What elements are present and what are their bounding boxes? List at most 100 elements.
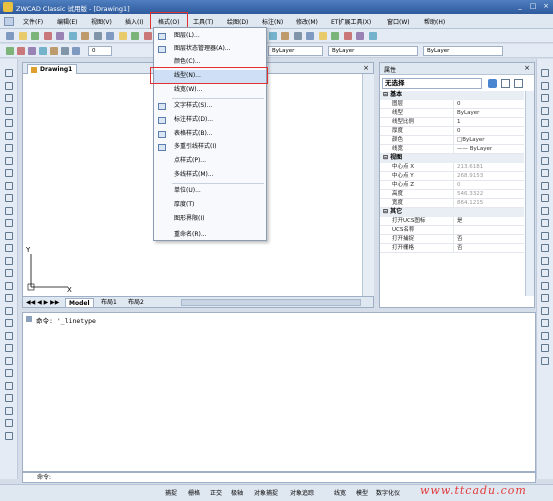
status-toggle[interactable]: 模型 (356, 488, 368, 497)
toolbar-icon[interactable] (56, 32, 64, 40)
doc-icon[interactable] (4, 17, 14, 26)
tab-model[interactable]: Model (65, 298, 94, 308)
format-menu-item[interactable]: 多线样式(M)... (154, 169, 266, 182)
menu-item-1[interactable]: 编辑(E) (57, 17, 77, 26)
modify-tool-icon[interactable] (541, 106, 549, 115)
draw-tool-icon[interactable] (5, 281, 13, 290)
toolbar-icon[interactable] (268, 32, 277, 40)
modify-tool-icon[interactable] (541, 344, 549, 352)
status-toggle[interactable]: 对象捕捉 (254, 488, 278, 497)
draw-tool-icon[interactable] (5, 144, 13, 152)
status-toggle[interactable]: 对象追踪 (290, 488, 314, 497)
toolbar-icon[interactable] (143, 32, 152, 40)
toolbar-icon[interactable] (368, 32, 377, 40)
property-row[interactable]: 厚度 0 (380, 127, 524, 136)
menu-item-10[interactable]: 窗口(W) (387, 17, 410, 26)
format-menu-item[interactable]: 单位(U)... (154, 185, 266, 198)
draw-tool-icon[interactable] (5, 319, 13, 327)
draw-tool-icon[interactable] (5, 194, 13, 202)
draw-tool-icon[interactable] (5, 256, 13, 265)
toolbar-icon[interactable] (6, 32, 14, 40)
status-toggle[interactable]: 栅格 (188, 488, 200, 497)
draw-tool-icon[interactable] (5, 169, 13, 177)
draw-tool-icon[interactable] (5, 106, 13, 115)
tab-layout2[interactable]: 布局2 (125, 298, 147, 308)
modify-tool-icon[interactable] (541, 181, 549, 190)
layer-toolbar-icon[interactable] (61, 47, 69, 55)
modify-tool-icon[interactable] (541, 169, 549, 177)
toolbar-icon[interactable] (118, 32, 127, 40)
draw-tool-icon[interactable] (5, 381, 13, 390)
draw-tool-icon[interactable] (5, 344, 13, 352)
modify-tool-icon[interactable] (541, 244, 549, 252)
status-toggle[interactable]: 极轴 (231, 488, 243, 497)
layer-toolbar-icon[interactable] (17, 47, 25, 55)
properties-scrollbar[interactable] (525, 91, 534, 296)
toolbar-icon[interactable] (356, 32, 364, 40)
property-row[interactable]: 中心点 X 213.6181 (380, 163, 524, 172)
modify-tool-icon[interactable] (541, 319, 549, 327)
draw-tool-icon[interactable] (5, 269, 13, 277)
layer-toolbar-icon[interactable] (50, 47, 58, 55)
property-row[interactable]: 宽度 864.1215 (380, 199, 524, 208)
draw-tool-icon[interactable] (5, 119, 13, 127)
draw-tool-icon[interactable] (5, 206, 13, 215)
status-toggle[interactable]: 线宽 (334, 488, 346, 497)
property-row[interactable]: 打开UCS图标是 (380, 217, 524, 226)
draw-tool-icon[interactable] (5, 406, 13, 415)
toolbar-icon[interactable] (343, 32, 352, 40)
draw-tool-icon[interactable] (5, 331, 13, 340)
modify-tool-icon[interactable] (541, 194, 549, 202)
property-row[interactable]: 打开栅格否 (380, 244, 524, 253)
select-objects-icon[interactable] (501, 79, 510, 88)
draw-tool-icon[interactable] (5, 294, 13, 302)
pickadd-toggle-icon[interactable] (514, 79, 523, 88)
draw-tool-icon[interactable] (5, 369, 13, 377)
property-row[interactable]: 高度 546.3322 (380, 190, 524, 199)
drawing-tab[interactable]: Drawing1 (27, 64, 78, 74)
selection-combo[interactable]: 无选择 (382, 78, 482, 89)
modify-tool-icon[interactable] (541, 231, 549, 240)
modify-tool-icon[interactable] (541, 144, 549, 152)
modify-tool-icon[interactable] (541, 331, 549, 340)
format-menu-item[interactable]: 重命名(R)... (154, 229, 266, 242)
toolbar-icon[interactable] (293, 32, 302, 40)
modify-tool-icon[interactable] (541, 69, 549, 77)
menu-item-0[interactable]: 文件(F) (23, 17, 43, 26)
modify-tool-icon[interactable] (541, 119, 549, 127)
menu-item-11[interactable]: 帮助(H) (424, 17, 445, 26)
draw-tool-icon[interactable] (5, 94, 13, 102)
toolbar-icon[interactable] (31, 32, 39, 40)
format-menu-item[interactable]: 多重引线样式(I) (154, 141, 266, 154)
modify-tool-icon[interactable] (541, 156, 549, 165)
restore-button[interactable]: □ (528, 2, 538, 11)
property-row[interactable]: 打开捕捉否 (380, 235, 524, 244)
color-combo[interactable]: ByLayer (268, 46, 323, 56)
draw-tool-icon[interactable] (5, 81, 13, 90)
modify-tool-icon[interactable] (541, 256, 549, 265)
lineweight-combo[interactable]: ByLayer (423, 46, 503, 56)
drawing-close-icon[interactable]: × (363, 64, 369, 72)
draw-tool-icon[interactable] (5, 181, 13, 190)
tab-layout1[interactable]: 布局1 (98, 298, 120, 308)
toolbar-icon[interactable] (106, 32, 114, 40)
property-row[interactable]: 图层 0 (380, 100, 524, 109)
draw-tool-icon[interactable] (5, 156, 13, 165)
property-row[interactable]: 颜色 □ByLayer (380, 136, 524, 145)
menu-item-8[interactable]: 修改(M) (296, 17, 318, 26)
modify-tool-icon[interactable] (541, 269, 549, 277)
draw-tool-icon[interactable] (5, 69, 13, 77)
toolbar-icon[interactable] (68, 32, 77, 40)
modify-tool-icon[interactable] (541, 81, 549, 90)
format-menu-item[interactable]: 厚度(T) (154, 199, 266, 212)
property-row[interactable]: 中心点 Y 268.9153 (380, 172, 524, 181)
format-menu-item[interactable]: 图层状态管理器(A)... (154, 43, 266, 56)
format-menu-item[interactable]: 图形界限(I) (154, 213, 266, 226)
horizontal-scrollbar[interactable] (181, 299, 361, 306)
layer-toolbar-icon[interactable] (6, 47, 14, 55)
status-toggle[interactable]: 捕捉 (165, 488, 177, 497)
format-menu-item[interactable]: 文字样式(S)... (154, 100, 266, 113)
toolbar-icon[interactable] (281, 32, 289, 40)
property-row[interactable]: 中心点 Z0 (380, 181, 524, 190)
property-row[interactable]: 线型 ByLayer (380, 109, 524, 118)
